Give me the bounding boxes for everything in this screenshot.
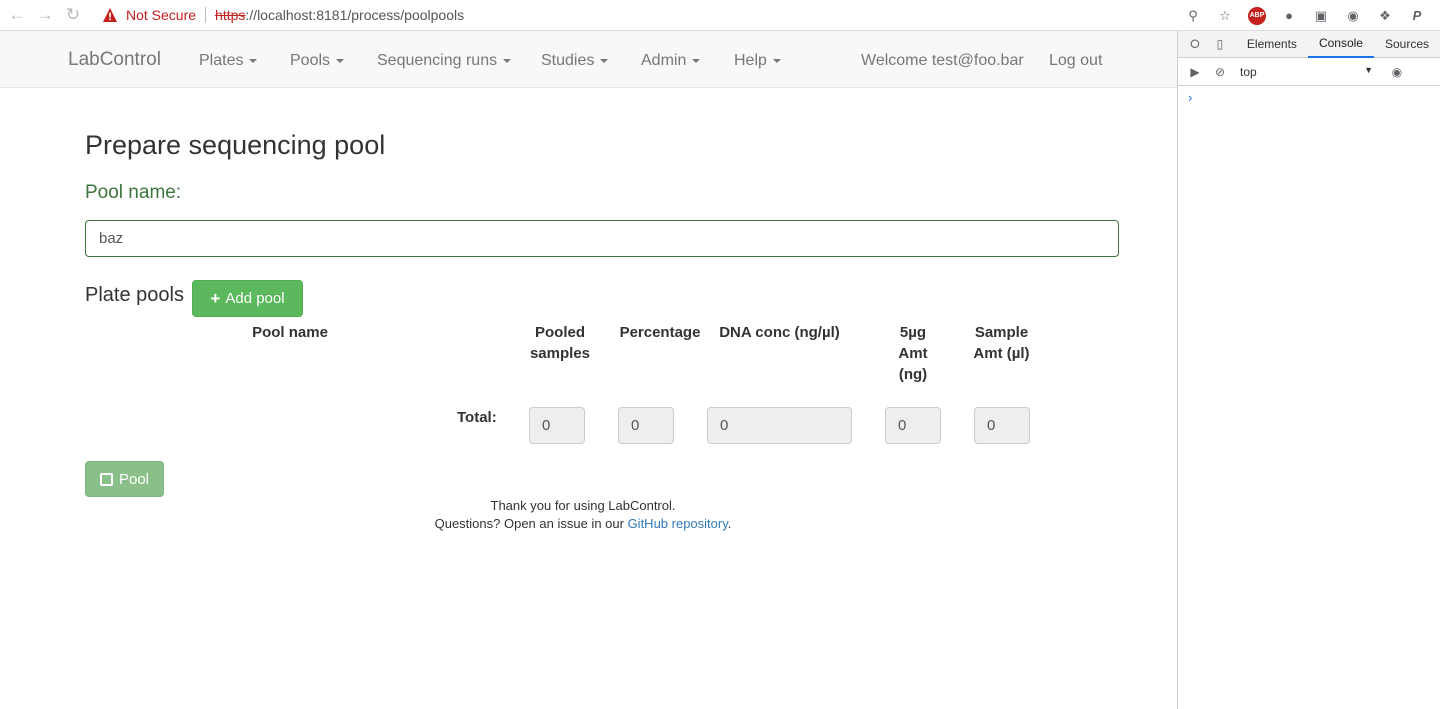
total-dna-conc: 0 xyxy=(707,407,852,444)
devtools-panel: ⭘ ▯ Elements Console Sources ▶ ⊘ top ▼ ◉… xyxy=(1177,31,1440,709)
add-pool-label: Add pool xyxy=(225,290,285,307)
eye-icon[interactable]: ◉ xyxy=(1389,64,1405,80)
devtools-tabbar: ⭘ ▯ Elements Console Sources xyxy=(1178,31,1440,58)
address-bar[interactable]: Not Secure https ://localhost:8181/proce… xyxy=(102,7,464,23)
reload-icon[interactable]: ↻ xyxy=(62,4,84,26)
menu-label: Admin xyxy=(641,52,687,69)
pool-name-label: Pool name: xyxy=(85,182,182,203)
circle-icon[interactable]: ● xyxy=(1280,7,1298,25)
footer-questions: Questions? Open an issue in our GitHub r… xyxy=(0,516,1166,531)
dropdown-arrow-icon: ▼ xyxy=(1364,64,1373,75)
pool-button[interactable]: Pool xyxy=(85,461,164,497)
total-pooled-samples: 0 xyxy=(529,407,585,444)
device-icon[interactable]: ▯ xyxy=(1212,36,1228,52)
col-sample-amt: Sample Amt (µl) xyxy=(973,324,1030,362)
col-5ug-amt: 5µg Amt (ng) xyxy=(898,324,928,383)
zoom-icon[interactable]: ⚲ xyxy=(1184,7,1202,25)
tab-sources[interactable]: Sources xyxy=(1374,31,1440,58)
tab-elements[interactable]: Elements xyxy=(1236,31,1308,58)
console-prompt[interactable]: › xyxy=(1188,90,1440,105)
menu-plates[interactable]: Plates xyxy=(199,52,258,70)
menu-admin[interactable]: Admin xyxy=(641,52,701,70)
menu-sequencing-runs[interactable]: Sequencing runs xyxy=(377,52,512,70)
paypal-icon[interactable]: P xyxy=(1408,7,1426,25)
caret-down-icon xyxy=(249,59,258,63)
caret-down-icon xyxy=(336,59,345,63)
footer-questions-text: Questions? Open an issue in our xyxy=(434,516,628,531)
adblock-icon[interactable]: ABP xyxy=(1248,6,1266,25)
context-select[interactable]: top ▼ xyxy=(1240,65,1373,79)
context-value: top xyxy=(1240,64,1257,79)
logout-link[interactable]: Log out xyxy=(1049,52,1102,70)
caret-down-icon xyxy=(692,59,701,63)
page-title: Prepare sequencing pool xyxy=(85,130,386,160)
browser-toolbar: ← → ↻ Not Secure https ://localhost:8181… xyxy=(0,0,1440,31)
col-pooled-samples: Pooled samples xyxy=(529,324,591,362)
url-path: ://localhost:8181/process/poolpools xyxy=(245,7,465,23)
menu-label: Help xyxy=(734,52,767,69)
extension-bar: ⚲ ☆ ABP ● ▣ ◉ ❖ P xyxy=(1184,0,1440,31)
address-divider xyxy=(205,7,207,23)
footer-thanks: Thank you for using LabControl. xyxy=(490,498,676,513)
total-sample-amt: 0 xyxy=(974,407,1030,444)
puzzle-icon[interactable]: ❖ xyxy=(1376,7,1394,25)
menu-label: Pools xyxy=(290,52,331,69)
menu-studies[interactable]: Studies xyxy=(541,52,609,70)
clear-console-icon[interactable]: ⊘ xyxy=(1212,64,1228,80)
total-percentage: 0 xyxy=(618,407,674,444)
brand-link[interactable]: LabControl xyxy=(68,49,161,71)
inspect-icon[interactable]: ⭘ xyxy=(1187,36,1203,52)
welcome-user[interactable]: Welcome test@foo.bar xyxy=(861,52,1024,70)
menu-label: Studies xyxy=(541,52,595,69)
total-label: Total: xyxy=(457,409,497,426)
plate-pools-heading: Plate pools xyxy=(85,284,184,306)
plus-icon: + xyxy=(210,288,221,308)
pool-name-input[interactable] xyxy=(85,220,1119,257)
back-icon[interactable]: ← xyxy=(6,4,28,26)
menu-pools[interactable]: Pools xyxy=(290,52,345,70)
not-secure-label: Not Secure xyxy=(126,7,197,23)
window-icon[interactable]: ▣ xyxy=(1312,7,1330,25)
total-5ug-amt: 0 xyxy=(885,407,941,444)
github-link[interactable]: GitHub repository xyxy=(628,516,728,531)
star-icon[interactable]: ☆ xyxy=(1216,7,1234,25)
url-scheme: https xyxy=(215,7,246,23)
console-toolbar: ▶ ⊘ top ▼ ◉ xyxy=(1178,58,1440,86)
caret-down-icon xyxy=(503,59,512,63)
caret-down-icon xyxy=(600,59,609,63)
tab-console[interactable]: Console xyxy=(1307,31,1374,58)
page-content: LabControl Plates Pools Sequencing runs … xyxy=(0,31,1177,709)
warning-icon xyxy=(103,8,117,22)
sidebar-toggle-icon[interactable]: ▶ xyxy=(1187,64,1203,80)
col-percentage: Percentage xyxy=(619,324,701,341)
forward-icon[interactable]: → xyxy=(34,4,56,26)
menu-label: Sequencing runs xyxy=(377,52,498,69)
pocket-icon[interactable]: ◉ xyxy=(1344,7,1362,25)
pool-button-label: Pool xyxy=(118,470,150,488)
menu-label: Plates xyxy=(199,52,244,69)
navbar: LabControl Plates Pools Sequencing runs … xyxy=(0,31,1177,88)
col-pool-name: Pool name xyxy=(252,324,328,341)
col-dna-conc: DNA conc (ng/µl) xyxy=(719,324,840,341)
caret-down-icon xyxy=(772,59,781,63)
menu-help[interactable]: Help xyxy=(734,52,781,70)
footer-period: . xyxy=(727,516,732,531)
add-pool-button[interactable]: + Add pool xyxy=(192,280,303,317)
share-icon xyxy=(99,472,113,486)
